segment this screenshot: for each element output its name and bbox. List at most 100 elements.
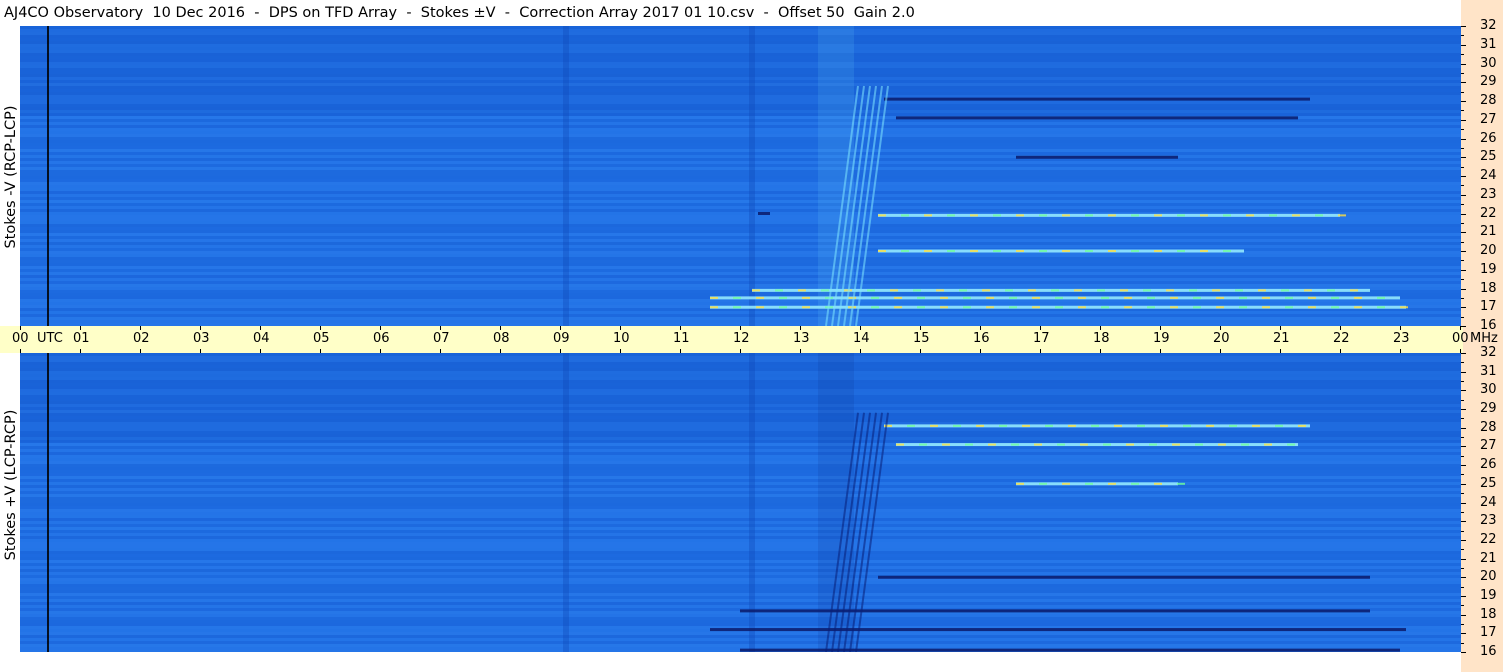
y-tick-label: 26 (1480, 130, 1497, 146)
x-tick-mark (1460, 326, 1461, 330)
emission-speckle (1377, 296, 1385, 299)
background-stripe (20, 605, 1461, 608)
y-tick-label: 31 (1480, 36, 1497, 52)
background-stripe (20, 599, 1461, 602)
emission-speckle (976, 424, 984, 427)
emission-speckle (1206, 424, 1214, 427)
background-stripe (20, 182, 1461, 185)
background-stripe (20, 563, 1461, 566)
emission-speckle (1223, 250, 1231, 252)
emission-speckle (1154, 482, 1162, 485)
emission-speckle (1354, 296, 1362, 299)
y-minor-tick (1461, 437, 1464, 439)
background-stripe (20, 206, 1461, 209)
emission-speckle (756, 306, 764, 309)
emission-speckle (1350, 289, 1358, 292)
time-gap-column (749, 353, 755, 652)
emission-speckle (1101, 296, 1109, 299)
y-minor-tick (1461, 642, 1464, 644)
background-stripe (20, 560, 1461, 563)
background-stripe (20, 257, 1461, 260)
x-tick-mark (920, 349, 921, 353)
background-stripe (20, 158, 1461, 161)
emission-speckle (1170, 296, 1178, 299)
x-tick-mark (800, 326, 801, 330)
background-stripe (20, 263, 1461, 266)
emission-speckle (1229, 424, 1237, 427)
y-tick-mark (1461, 44, 1466, 46)
emission-speckle (1124, 306, 1132, 309)
x-tick-mark (1340, 349, 1341, 353)
emission-speckle (1131, 250, 1139, 252)
emission-speckle (936, 289, 944, 292)
background-stripe (20, 272, 1461, 275)
emission-speckle (1143, 289, 1151, 292)
emission-speckle (1331, 296, 1339, 299)
x-tick-mark (1460, 349, 1461, 353)
emission-speckle (1131, 214, 1139, 217)
background-stripe (20, 284, 1461, 287)
y-minor-tick (1461, 623, 1464, 625)
x-tick-label: 06 (373, 331, 390, 346)
emission-speckle (919, 443, 927, 446)
y-minor-tick (1461, 418, 1464, 420)
emission-speckle (733, 306, 741, 309)
emission-speckle (779, 306, 787, 309)
emission-speckle (1304, 289, 1312, 292)
background-stripe (20, 587, 1461, 590)
emission-speckle (1011, 443, 1019, 446)
y-tick-label: 17 (1480, 625, 1497, 641)
background-stripe (20, 233, 1461, 236)
y-tick-label: 21 (1480, 224, 1497, 240)
background-stripe (20, 596, 1461, 599)
y-tick-label: 29 (1480, 74, 1497, 90)
emission-speckle (878, 214, 886, 217)
time-gap-column (749, 26, 755, 326)
y-minor-tick (1461, 129, 1464, 131)
x-tick-label: 00 (12, 331, 29, 346)
x-tick-mark (1040, 349, 1041, 353)
background-stripe (20, 203, 1461, 206)
x-tick-mark (980, 326, 981, 330)
background-stripe (20, 506, 1461, 509)
y-tick-mark (1461, 307, 1466, 309)
y-minor-tick (1461, 241, 1464, 243)
emission-speckle (1124, 296, 1132, 299)
emission-speckle (1177, 482, 1185, 485)
emission-speckle (1097, 289, 1105, 292)
x-tick-mark (200, 326, 201, 330)
background-stripe (20, 251, 1461, 254)
background-stripe (20, 191, 1461, 194)
emission-speckle (1039, 482, 1047, 485)
background-stripe (20, 515, 1461, 518)
y-tick-mark (1461, 353, 1466, 354)
background-stripe (20, 137, 1461, 140)
x-tick-mark (740, 326, 741, 330)
emission-speckle (1028, 289, 1036, 292)
y-minor-tick (1461, 279, 1464, 281)
upper-shading (20, 353, 1461, 443)
emission-speckle (947, 250, 955, 252)
background-stripe (20, 536, 1461, 539)
emission-speckle (867, 289, 875, 292)
x-tick-label: 09 (553, 331, 570, 346)
emission-speckle (970, 214, 978, 217)
background-stripe (20, 572, 1461, 575)
emission-speckle (779, 296, 787, 299)
background-stripe (20, 311, 1461, 314)
background-stripe (20, 269, 1461, 272)
emission-speckle (894, 296, 902, 299)
background-stripe (20, 227, 1461, 230)
emission-speckle (1308, 296, 1316, 299)
y-tick-label: 25 (1480, 475, 1497, 491)
y-tick-mark (1461, 138, 1466, 140)
emission-speckle (1016, 214, 1024, 217)
x-tick-mark (1340, 326, 1341, 330)
y-minor-tick (1461, 91, 1464, 93)
emission-speckle (993, 250, 1001, 252)
y-minor-tick (1461, 316, 1464, 318)
x-tick-mark (1280, 326, 1281, 330)
emission-speckle (1032, 296, 1040, 299)
background-stripe (20, 167, 1461, 170)
x-tick-mark (1160, 349, 1161, 353)
